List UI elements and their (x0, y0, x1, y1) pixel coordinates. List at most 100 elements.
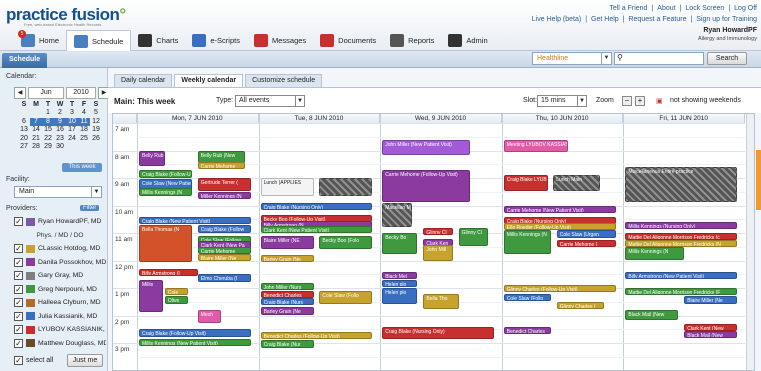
calendar-day[interactable]: 20 (18, 135, 30, 143)
appointment[interactable]: Millis Kennings (Nursing Only) (625, 222, 738, 230)
appointment[interactable]: Millis (139, 279, 163, 312)
calendar-day[interactable]: 12 (90, 118, 102, 126)
appointment[interactable]: Miller Kennings (N (197, 191, 251, 199)
calendar-day[interactable]: 14 (30, 126, 42, 134)
provider-item[interactable]: ✓ Greg Nerpouni, MD (14, 283, 106, 297)
calendar-day[interactable]: 9 (54, 117, 66, 127)
provider-checkbox[interactable]: ✓ (14, 338, 23, 348)
appointment[interactable]: Blaire Miller (Ne (684, 296, 738, 304)
appointment[interactable]: Craig Blake (New Patient Visit) (139, 216, 251, 224)
provider-item[interactable]: ✓ Gary Gray, MD (14, 269, 106, 283)
top-link[interactable]: Lock Screen (685, 3, 724, 14)
calendar-day[interactable]: 7 (30, 117, 42, 127)
chevron-down-icon[interactable]: ▼ (601, 53, 611, 64)
calendar-day[interactable]: 24 (66, 135, 78, 143)
nav-messages[interactable]: Messages (247, 30, 313, 51)
appointment[interactable]: Olive (164, 296, 189, 304)
appointment[interactable]: Bella Tho (423, 293, 459, 309)
appointment[interactable]: Mattie Del Aligonne Morrison Fredricks (… (625, 239, 738, 247)
appointment[interactable]: John Mill (423, 245, 453, 261)
top-link[interactable]: About (657, 3, 675, 14)
provider-checkbox[interactable]: ✓ (14, 244, 23, 254)
facility-select[interactable]: Main ▼ (14, 186, 102, 198)
provider-item[interactable]: ✓ Julia Kassianik, MD (14, 310, 106, 324)
calendar-day[interactable]: 2 (54, 109, 66, 117)
appointment[interactable]: Benedict Charles (Follow-Up Visit) (260, 332, 373, 340)
appointment[interactable]: Helen plo (382, 279, 418, 287)
provider-checkbox[interactable]: ✓ (14, 271, 23, 281)
calendar-day[interactable]: 11 (78, 117, 90, 127)
appointment[interactable]: Barley Grain (Ne (260, 307, 314, 315)
appointment[interactable]: Glinny Cl (458, 227, 489, 246)
healthline-select[interactable]: Healthline ▼ (532, 52, 612, 65)
appointment[interactable]: Macellan Main (382, 202, 412, 227)
provider-item[interactable]: ✓ Ryan HowardPF, MD (14, 215, 106, 229)
tab-schedule[interactable]: Schedule (2, 53, 48, 68)
appointment[interactable]: Carrie Mehome ( (556, 239, 616, 248)
appointment[interactable]: Black Mel (382, 271, 418, 279)
appointment[interactable]: Craig Blake LYUBOV KASSIAN (503, 175, 549, 191)
tab-daily-calendar[interactable]: Daily calendar (114, 74, 173, 87)
calendar-day[interactable]: 17 (66, 126, 78, 134)
appointment[interactable]: Blaire Miller (Ne (197, 253, 251, 261)
search-button[interactable]: Search (707, 52, 747, 65)
provider-checkbox[interactable]: ✓ (14, 284, 23, 294)
appointment[interactable]: Lunch Main (553, 175, 601, 191)
appointment[interactable]: Mattie Del Aligonne Morrison Fredricks (… (625, 233, 738, 240)
nav-charts[interactable]: Charts (131, 30, 185, 51)
top-link[interactable]: Live Help (beta) (532, 14, 581, 25)
provider-item[interactable]: ✓ LYUBOV KASSIANIK, MD (14, 323, 106, 337)
appointment[interactable]: Lunch (APPLIES (260, 178, 314, 197)
provider-checkbox[interactable]: ✓ (14, 325, 23, 335)
provider-checkbox[interactable]: ✓ (14, 257, 23, 267)
provider-checkbox[interactable]: ✓ (14, 217, 23, 227)
provider-item[interactable]: ✓ CLassic Hotdog, MD (14, 242, 106, 256)
calendar-day[interactable]: 13 (18, 126, 30, 134)
appointment[interactable]: Mattie Del Aligonne Morrison Fredricks (… (625, 288, 738, 296)
zoom-in-button[interactable]: + (635, 96, 645, 106)
calendar-day[interactable]: 6 (18, 118, 30, 126)
chevron-down-icon[interactable]: ▼ (577, 96, 586, 106)
calendar-day[interactable]: 25 (78, 135, 90, 143)
vertical-scrollbar[interactable] (746, 114, 754, 370)
appointment[interactable]: Carrie Mehome (197, 161, 245, 169)
appointment[interactable]: Bella Thomas (N (139, 224, 192, 263)
nav-e-scripts[interactable]: e-Scripts (185, 30, 247, 51)
nav-admin[interactable]: Admin (441, 30, 494, 51)
appointment[interactable]: Miscellaneous Entire practice (625, 167, 738, 202)
nav-schedule[interactable]: Schedule (66, 30, 132, 51)
tab-customize-schedule[interactable]: Customize schedule (245, 74, 323, 87)
appointment[interactable]: Billy Armstrong (New Patient Visit) (625, 271, 738, 279)
nav-reports[interactable]: Reports (383, 30, 441, 51)
calendar-day[interactable]: 15 (42, 126, 54, 134)
calendar-day[interactable]: 22 (42, 135, 54, 143)
calendar-day[interactable]: 5 (90, 109, 102, 117)
appointment[interactable]: Millis Kennings (N (625, 246, 685, 260)
calendar-day[interactable]: 30 (54, 143, 66, 151)
provider-checkbox[interactable]: ✓ (14, 298, 23, 308)
appointment[interactable]: Cole (164, 288, 189, 296)
appointment[interactable]: Mesh (197, 310, 222, 323)
calendar-day[interactable]: 28 (30, 143, 42, 151)
calendar-day[interactable]: 8 (42, 117, 54, 127)
appointment[interactable]: Glinny Charles (Follow-Up Visit) (503, 285, 616, 293)
year-select[interactable]: 2010 (66, 87, 96, 99)
appointment[interactable]: John Miller (New Patient Visit) (382, 139, 471, 155)
select-all-checkbox[interactable]: ✓ (14, 356, 23, 365)
calendar-day[interactable]: 10 (66, 117, 78, 127)
calendar-day[interactable]: 16 (54, 126, 66, 134)
provider-item[interactable]: ✓ Matthew Douglass, MD (14, 337, 106, 351)
prev-month-button[interactable]: ◀ (14, 87, 26, 99)
appointment[interactable]: Clark Kent (New Patient Visit) (260, 226, 373, 234)
type-select[interactable]: All events ▼ (235, 95, 305, 107)
top-link[interactable]: Sign up for Training (696, 14, 757, 25)
appointment[interactable]: Cole Slaw (Follo (503, 293, 551, 301)
this-week-button[interactable]: This week (62, 163, 102, 172)
appointment[interactable]: Craig Blake (Nurs (260, 297, 314, 305)
appointment[interactable]: Billy Armstrong (I (139, 268, 198, 276)
appointment[interactable]: Helen plo (382, 288, 418, 304)
appointment[interactable]: Craig Blake (Follow-Up Visit) (139, 329, 251, 337)
appointment[interactable]: Craig Blake (Nur (260, 340, 314, 348)
filter-button[interactable]: Filter (80, 205, 100, 211)
zoom-out-button[interactable]: − (622, 96, 632, 106)
